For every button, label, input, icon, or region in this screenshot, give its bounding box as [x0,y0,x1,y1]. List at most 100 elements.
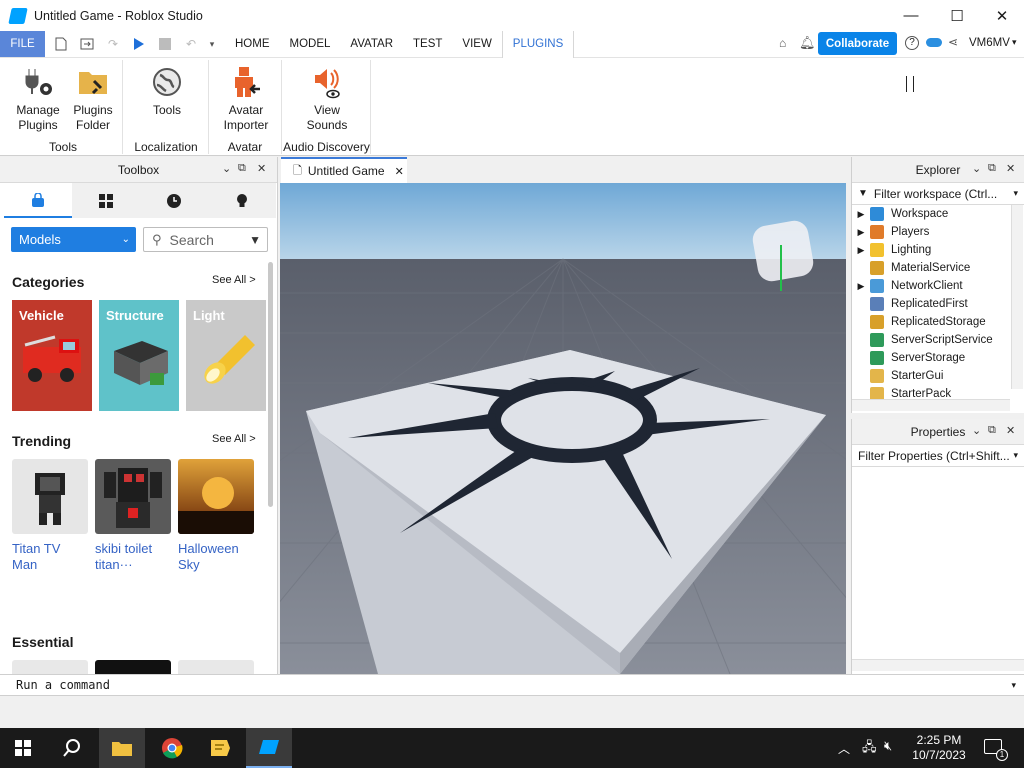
tab-marketplace[interactable] [4,183,72,218]
tab-creations[interactable] [208,183,276,218]
undock-icon[interactable]: ⧉ [988,424,996,437]
plugins-folder-button[interactable]: Plugins Folder [70,64,116,133]
tab-untitled-game[interactable]: 🗋 Untitled Game ✕ [281,157,407,183]
explorer-filter-input[interactable]: ▼ Filter workspace (Ctrl... ▾ [852,183,1024,205]
explorer-item-label: ServerScriptService [891,334,993,346]
quick-access-dropdown-icon[interactable]: ▾ [207,34,217,54]
user-menu-chevron-icon[interactable]: ▾ [1012,37,1017,48]
open-file-icon[interactable] [77,34,97,54]
tab-plugins[interactable]: PLUGINS [501,30,575,58]
trending-item[interactable]: Titan TV Man [12,459,88,573]
tab-recent[interactable] [140,183,208,218]
chevron-down-icon[interactable]: ▾ [1011,680,1016,691]
maximize-button[interactable]: ☐ [934,0,980,31]
explorer-item[interactable]: ReplicatedStorage [852,313,1017,331]
explorer-item[interactable]: ▶ Lighting [852,241,1017,259]
collaborate-button[interactable]: Collaborate [818,32,897,55]
expand-arrow-icon[interactable]: ▶ [852,227,870,238]
halloween-sky-thumbnail [178,459,254,534]
explorer-vertical-scrollbar[interactable] [1011,205,1023,389]
file-explorer-icon[interactable] [99,728,145,768]
3d-viewport[interactable] [280,183,846,674]
new-file-icon[interactable] [51,34,71,54]
close-icon[interactable]: ✕ [257,162,266,175]
explorer-item[interactable]: StarterGui [852,367,1017,385]
categories-see-all-link[interactable]: See All > [212,274,256,286]
chevron-down-icon[interactable]: ⌄ [972,162,981,175]
chevron-down-icon[interactable]: ▾ [1013,450,1018,461]
search-placeholder: Search [169,231,214,248]
chevron-down-icon[interactable]: ▾ [1013,188,1018,199]
manage-plugins-button[interactable]: Manage Plugins [14,64,62,133]
filter-icon[interactable]: ▼ [249,233,261,247]
properties-filter-input[interactable]: Filter Properties (Ctrl+Shift... ▾ [852,445,1024,467]
trending-item[interactable]: Halloween Sky [178,459,254,573]
expand-arrow-icon[interactable]: ▶ [852,209,870,220]
undock-icon[interactable]: ⧉ [238,162,246,175]
close-icon[interactable]: ✕ [1006,424,1015,437]
help-icon[interactable]: ? [905,36,919,50]
clock-time: 2:25 PM [916,733,962,747]
view-selector-cube[interactable] [750,218,816,284]
service-icon [870,279,884,293]
file-menu-button[interactable]: FILE [0,31,45,57]
localization-tools-button[interactable]: Tools [146,64,188,118]
sticky-notes-icon[interactable] [197,728,243,768]
notification-bell-icon[interactable]: 🔔︎ [799,35,816,51]
chevron-down-icon[interactable]: ⌄ [972,424,981,437]
search-icon[interactable] [49,728,95,768]
expand-arrow-icon[interactable]: ▶ [852,245,870,256]
tab-view[interactable]: VIEW [452,31,501,58]
tab-inventory[interactable] [72,183,140,218]
play-icon[interactable] [129,34,149,54]
network-icon[interactable]: 🖧︎ [862,738,877,760]
category-card-vehicle[interactable]: Vehicle [12,300,92,411]
essential-item[interactable] [95,660,171,674]
close-tab-icon[interactable]: ✕ [395,165,404,178]
chrome-icon[interactable] [149,728,195,768]
windows-start-icon[interactable] [0,728,46,768]
category-card-structure[interactable]: Structure [99,300,179,411]
chevron-down-icon[interactable]: ⌄ [222,162,231,175]
properties-horizontal-scrollbar[interactable] [852,659,1024,671]
trending-item[interactable]: skibi toilet titan··· [95,459,171,573]
essential-item[interactable] [178,660,254,674]
roblox-studio-taskbar-icon[interactable] [246,728,292,768]
avatar-importer-button[interactable]: Avatar Importer [218,64,274,133]
speaker-muted-icon[interactable]: 🔇︎ [884,738,892,754]
toolbox-search-input[interactable]: ⚲ Search ▼ [143,227,268,252]
user-name[interactable]: VM6MV [969,37,1010,49]
close-icon[interactable]: ✕ [1006,162,1015,175]
explorer-item[interactable]: ▶ NetworkClient [852,277,1017,295]
explorer-item[interactable]: ▶ Players [852,223,1017,241]
category-dropdown[interactable]: Models ⌄ [11,227,136,252]
tab-model[interactable]: MODEL [280,31,341,58]
home-icon[interactable]: ⌂ [779,36,786,50]
redo-icon[interactable]: ↷ [103,34,123,54]
explorer-item[interactable]: ▶ Workspace [852,205,1017,223]
undock-icon[interactable]: ⧉ [988,162,996,175]
show-hidden-icons-chevron[interactable]: ︿ [838,740,850,757]
share-icon[interactable]: ⋖ [948,35,958,49]
cloud-icon[interactable] [926,38,942,47]
explorer-item[interactable]: ServerStorage [852,349,1017,367]
toolbox-scrollbar[interactable] [268,262,273,507]
tab-home[interactable]: HOME [225,31,280,58]
essential-item[interactable] [12,660,88,674]
explorer-horizontal-scrollbar[interactable] [852,399,1010,411]
explorer-item[interactable]: MaterialService [852,259,1017,277]
expand-arrow-icon[interactable]: ▶ [852,281,870,292]
undo-icon[interactable]: ↶ [181,34,201,54]
explorer-item[interactable]: ServerScriptService [852,331,1017,349]
trending-see-all-link[interactable]: See All > [212,433,256,445]
view-sounds-button[interactable]: View Sounds [300,64,354,133]
explorer-item[interactable]: ReplicatedFirst [852,295,1017,313]
tab-test[interactable]: TEST [403,31,452,58]
command-bar-input[interactable]: Run a command ▾ [0,674,1024,696]
category-card-light[interactable]: Light [186,300,266,411]
stop-icon[interactable] [155,34,175,54]
taskbar-clock[interactable]: 2:25 PM 10/7/2023 [908,733,970,763]
tab-avatar[interactable]: AVATAR [340,31,403,58]
close-button[interactable]: ✕ [979,0,1024,31]
minimize-button[interactable]: — [888,0,934,31]
